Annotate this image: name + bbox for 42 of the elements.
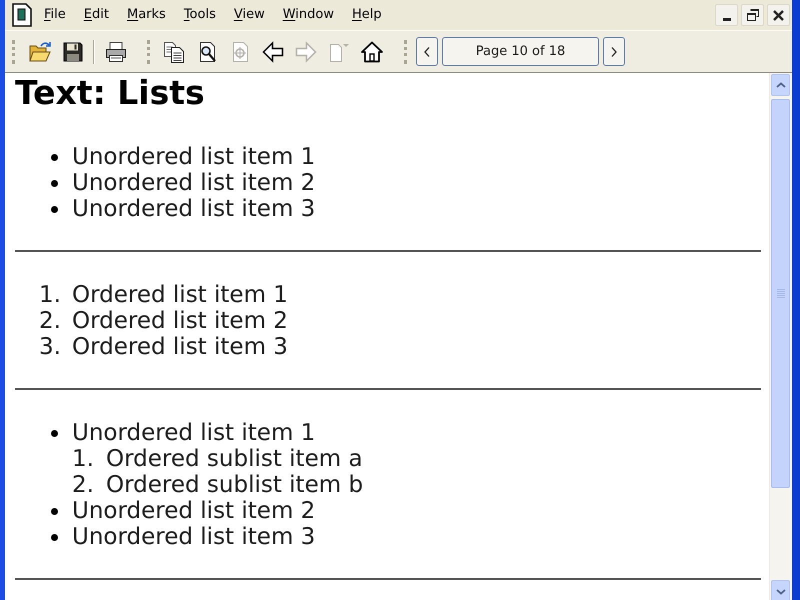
- page-number-button[interactable]: Page 10 of 18: [442, 37, 599, 66]
- previous-page-button[interactable]: [416, 37, 438, 66]
- close-button[interactable]: [767, 4, 790, 26]
- toolbar-grip-handle[interactable]: [404, 40, 407, 64]
- next-page-button[interactable]: [603, 37, 625, 66]
- chevron-up-icon: [776, 82, 786, 88]
- menu-item[interactable]: View: [224, 3, 274, 27]
- house-icon: [360, 40, 382, 62]
- chevron-right-icon: [611, 46, 617, 56]
- minimize-button[interactable]: [715, 4, 738, 26]
- menu-item[interactable]: File: [35, 3, 75, 27]
- scroll-down-button[interactable]: [771, 580, 790, 600]
- menu-item[interactable]: Marks: [118, 3, 175, 27]
- restore-button[interactable]: [741, 4, 764, 26]
- bullet-icon: [51, 154, 58, 160]
- vertical-scrollbar[interactable]: [769, 73, 792, 600]
- bullet-icon: [51, 534, 58, 540]
- bullet-icon: [51, 180, 58, 186]
- minimize-icon: [722, 18, 730, 20]
- pages-icon: [162, 40, 184, 62]
- grip-icon: [776, 289, 784, 298]
- scroll-up-button[interactable]: [771, 74, 790, 96]
- close-icon: [773, 10, 784, 20]
- right-arrow-icon: [294, 40, 316, 62]
- toolbar-grip-handle[interactable]: [12, 40, 15, 64]
- menu-item[interactable]: Tools: [174, 3, 225, 27]
- menu-item[interactable]: Help: [342, 3, 391, 27]
- bullet-icon: [51, 206, 58, 212]
- toolbar-grip-handle[interactable]: [147, 40, 150, 64]
- bullet-icon: [51, 430, 58, 436]
- document-icon[interactable]: [12, 3, 32, 27]
- page-heading: Text: Lists: [15, 73, 205, 113]
- chevron-down-icon: [776, 589, 786, 595]
- bullet-icon: [51, 508, 58, 514]
- restore-icon: [746, 9, 758, 21]
- menu-item[interactable]: Edit: [74, 3, 118, 27]
- scrollbar-thumb[interactable]: [771, 99, 790, 488]
- left-arrow-icon: [262, 40, 284, 62]
- chevron-left-icon: [424, 46, 430, 56]
- folder-icon: [28, 40, 50, 62]
- menu-item[interactable]: Window: [274, 3, 343, 27]
- printer-icon: [104, 40, 126, 62]
